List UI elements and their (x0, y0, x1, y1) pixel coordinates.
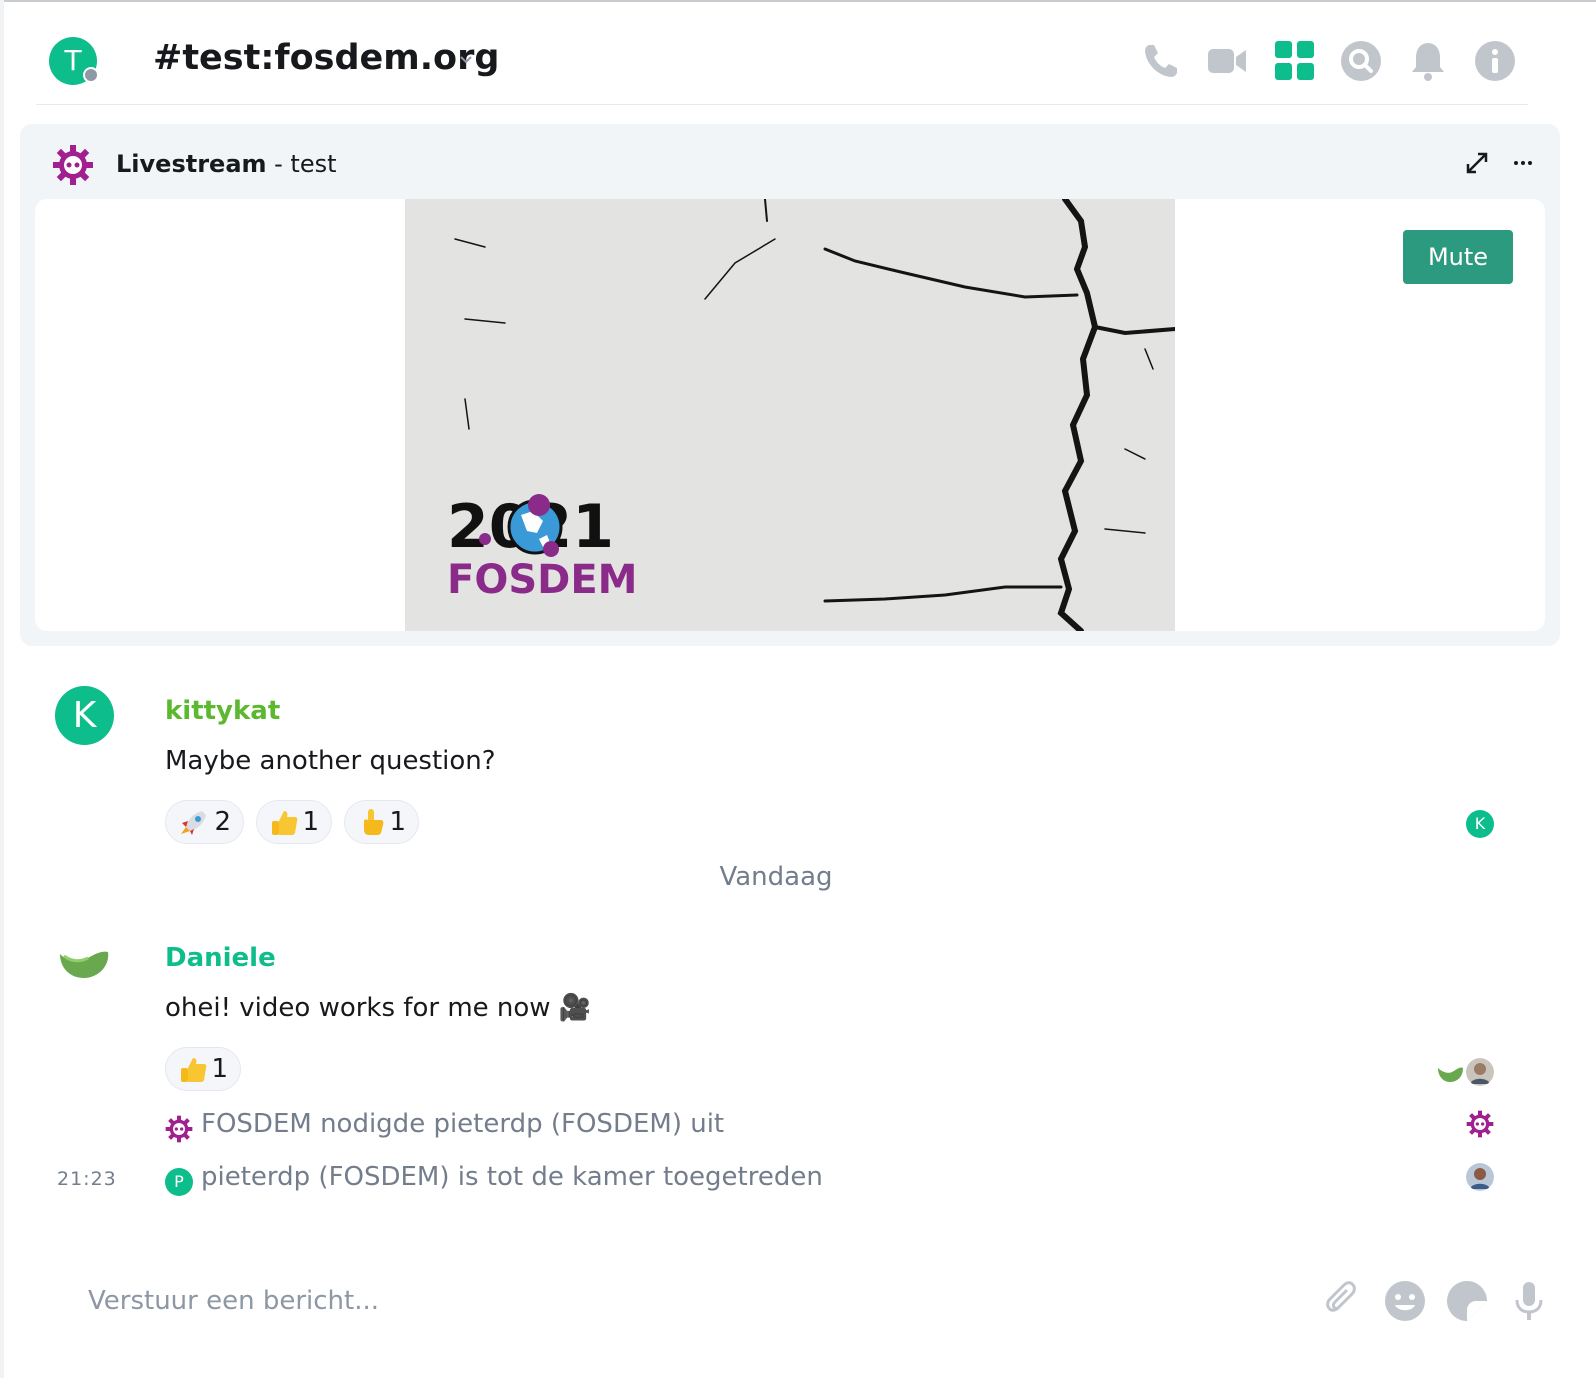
point-up-icon (364, 809, 384, 835)
search-icon[interactable] (1340, 40, 1382, 82)
read-receipt-user-photo[interactable] (1466, 1058, 1494, 1086)
read-receipt-avatar[interactable]: K (1466, 810, 1494, 838)
video-call-icon[interactable] (1206, 40, 1248, 82)
room-avatar[interactable]: T (49, 37, 99, 85)
sender-name-daniele[interactable]: Daniele (165, 943, 276, 973)
widget-body: 2021 FOSDEM Mute (35, 199, 1545, 631)
reaction-thumbs-up[interactable]: 1 (256, 800, 332, 844)
emoji-picker-icon[interactable] (1384, 1280, 1426, 1322)
avatar-daniele[interactable] (58, 944, 110, 982)
reaction-count: 2 (214, 807, 231, 837)
state-event-join: pieterdp (FOSDEM) is tot de kamer toeget… (201, 1162, 823, 1192)
reaction-count: 1 (302, 807, 319, 837)
microphone-icon[interactable] (1508, 1280, 1550, 1322)
maximise-icon[interactable] (1464, 150, 1490, 176)
avatar-letter: P (174, 1172, 184, 1191)
widget-subtitle: - test (266, 150, 337, 178)
message-timestamp: 21:23 (57, 1168, 117, 1190)
reaction-count: 1 (389, 807, 406, 837)
room-header: T #test:fosdem.org (36, 20, 1528, 105)
window-left-border (0, 0, 4, 1378)
room-name[interactable]: #test:fosdem.org (153, 38, 499, 78)
message-body: Maybe another question? (165, 746, 496, 776)
reaction-point-up[interactable]: 1 (344, 800, 419, 844)
fosdem-gear-logo-icon (53, 145, 93, 185)
public-room-globe-icon (83, 67, 99, 83)
sender-name-kittykat[interactable]: kittykat (165, 696, 280, 726)
read-receipt-daniele[interactable] (1436, 1058, 1464, 1086)
widget-name: Livestream (116, 150, 267, 178)
avatar-pieterdp[interactable]: P (165, 1168, 193, 1196)
state-event-invite: FOSDEM nodigde pieterdp (FOSDEM) uit (201, 1109, 725, 1139)
phone-icon[interactable] (1140, 40, 1182, 82)
fosdem-gear-avatar-icon (165, 1115, 193, 1143)
livestream-video[interactable]: 2021 FOSDEM (405, 199, 1177, 631)
message-composer-input[interactable] (86, 1280, 990, 1322)
read-receipt-pieterdp-photo[interactable] (1466, 1163, 1494, 1191)
thumbs-up-icon (181, 1058, 207, 1082)
sticker-icon[interactable] (1446, 1280, 1488, 1322)
reaction-thumbs-up[interactable]: 1 (165, 1047, 241, 1091)
chevron-down-icon[interactable] (458, 52, 474, 68)
attachment-icon[interactable] (1322, 1280, 1364, 1322)
avatar-letter: K (72, 695, 97, 736)
reaction-count: 1 (211, 1054, 228, 1084)
message-body: ohei! video works for me now 🎥 (165, 993, 592, 1023)
read-receipt-fosdem-icon[interactable] (1466, 1110, 1494, 1138)
bell-icon[interactable] (1407, 40, 1449, 82)
more-options-icon[interactable] (1510, 150, 1536, 176)
logo-fosdem-text: FOSDEM (447, 557, 637, 599)
reactions-row: 2 1 1 (165, 800, 465, 846)
window-top-border (0, 0, 1596, 2)
reaction-rocket[interactable]: 2 (165, 800, 244, 844)
room-avatar-letter: T (64, 44, 82, 77)
fosdem-2021-logo: 2021 FOSDEM (447, 492, 637, 599)
date-separator: Vandaag (719, 862, 833, 892)
widget-title: Livestream - test (116, 150, 337, 178)
apps-grid-icon[interactable] (1274, 40, 1316, 82)
avatar-kittykat[interactable]: K (55, 686, 114, 745)
read-receipt-letter: K (1474, 814, 1486, 833)
rocket-icon (181, 811, 206, 835)
reactions-row: 1 (165, 1047, 245, 1093)
livestream-widget: Livestream - test FOSDEM Mute (20, 124, 1560, 646)
thumbs-up-icon (272, 811, 298, 835)
info-icon[interactable] (1474, 40, 1516, 82)
mute-button[interactable]: Mute (1403, 230, 1513, 284)
